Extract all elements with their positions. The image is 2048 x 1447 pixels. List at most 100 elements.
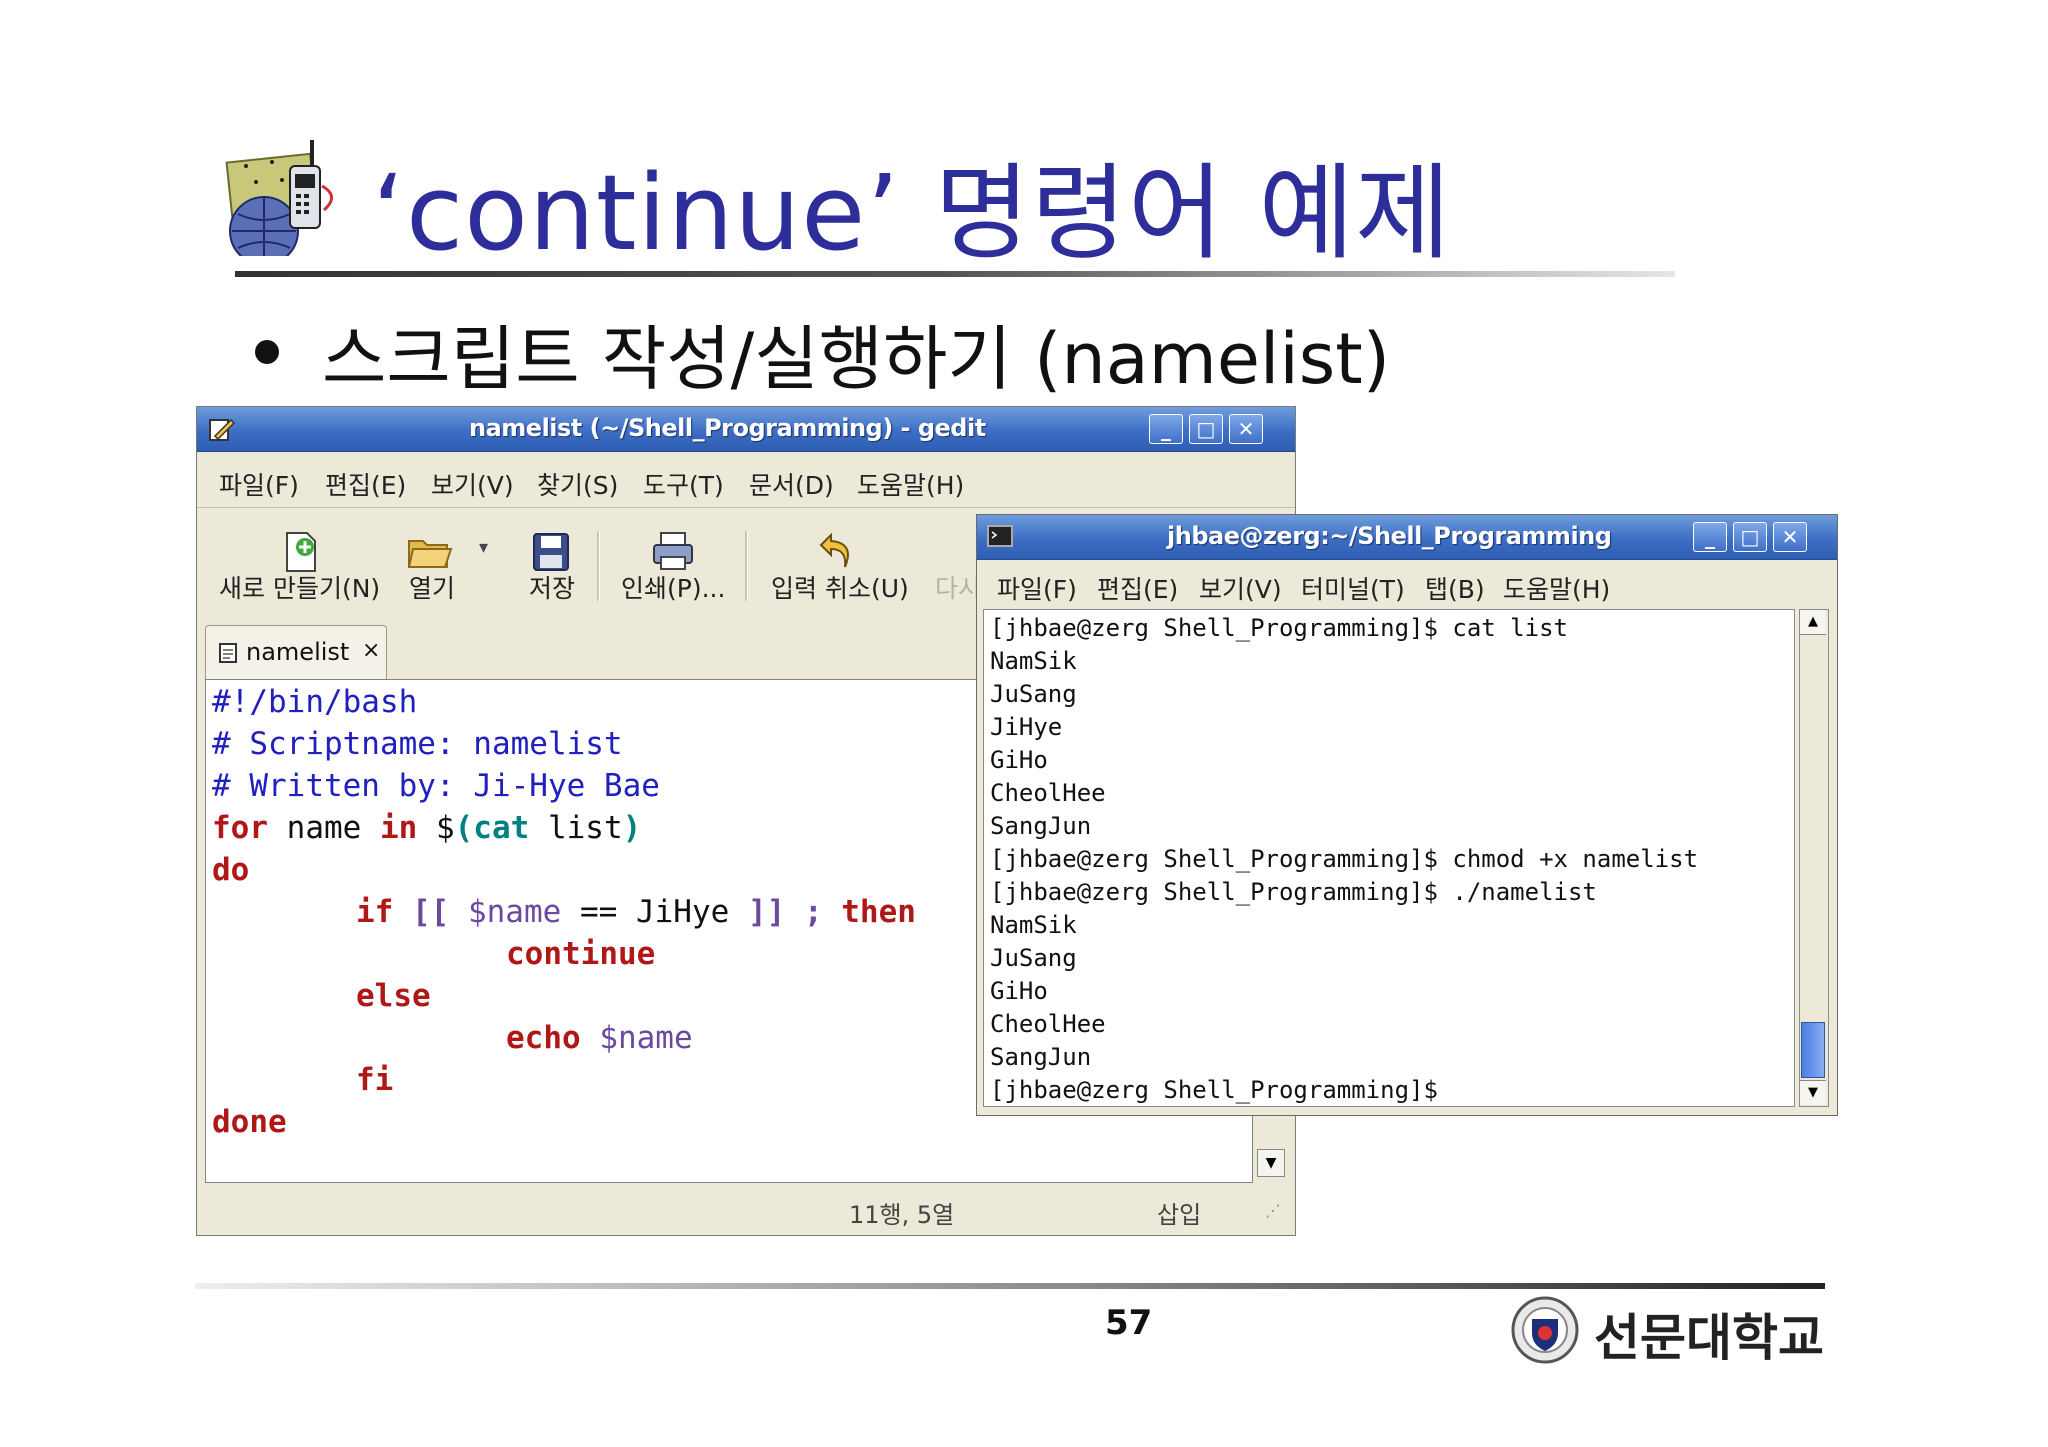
- scroll-down-icon[interactable]: ▼: [1800, 1080, 1826, 1105]
- code-line: # Scriptname: namelist: [212, 726, 623, 762]
- terminal-line: GiHo: [990, 977, 1048, 1005]
- gedit-window-title: namelist (~/Shell_Programming) - gedit: [469, 414, 986, 442]
- gedit-menubar: 파일(F) 편집(E) 보기(V) 찾기(S) 도구(T) 문서(D) 도움말(…: [197, 457, 1295, 501]
- code-keyword: for: [212, 810, 268, 846]
- terminal-line: JuSang: [990, 680, 1077, 708]
- code-keyword: in: [379, 810, 418, 846]
- gedit-statusbar: 11행, 5열 삽입 ⋰: [197, 1187, 1295, 1235]
- menu-view[interactable]: 보기(V): [1199, 570, 1282, 606]
- open-folder-icon[interactable]: [407, 533, 453, 571]
- menu-documents[interactable]: 문서(D): [749, 466, 834, 502]
- code-line: for name in $(cat list): [212, 810, 641, 846]
- terminal-window-title: jhbae@zerg:~/Shell_Programming: [1167, 522, 1612, 550]
- terminal-line: GiHo: [990, 746, 1048, 774]
- menu-tools[interactable]: 도구(T): [643, 466, 724, 502]
- terminal-line: CheolHee: [990, 1010, 1106, 1038]
- undo-arrow-icon[interactable]: [817, 529, 857, 573]
- code-line: else: [356, 978, 431, 1014]
- text-editor-icon: [209, 418, 235, 441]
- code-line: fi: [356, 1062, 394, 1098]
- bullet-icon: [255, 340, 279, 364]
- code-line: echo $name: [506, 1020, 693, 1056]
- terminal-scrollbar[interactable]: ▲ ▼: [1799, 609, 1829, 1107]
- menu-help[interactable]: 도움말(H): [857, 466, 964, 502]
- code-text: == JiHye: [561, 894, 748, 930]
- university-emblem-icon: [1511, 1296, 1579, 1364]
- terminal-window: jhbae@zerg:~/Shell_Programming _ □ ✕ 파일(…: [976, 514, 1838, 1116]
- code-line: # Written by: Ji-Hye Bae: [212, 768, 660, 804]
- slide-title: ‘continue’ 명령어 예제: [372, 152, 1452, 274]
- terminal-line: [jhbae@zerg Shell_Programming]$ chmod +x…: [990, 845, 1699, 873]
- cursor-position: 11행, 5열: [849, 1201, 955, 1229]
- menu-view[interactable]: 보기(V): [431, 466, 514, 502]
- open-button[interactable]: 열기: [409, 569, 455, 605]
- code-variable: $name: [580, 1020, 693, 1056]
- terminal-menubar: 파일(F) 편집(E) 보기(V) 터미널(T) 탭(B) 도움말(H): [977, 561, 1837, 605]
- code-keyword: echo: [506, 1020, 581, 1056]
- close-button[interactable]: ✕: [1773, 522, 1807, 552]
- print-button[interactable]: 인쇄(P)...: [621, 569, 725, 605]
- footer-divider: [195, 1283, 1825, 1289]
- code-text: name: [268, 810, 380, 846]
- terminal-line: NamSik: [990, 911, 1077, 939]
- code-text: list: [529, 810, 623, 846]
- menu-file[interactable]: 파일(F): [219, 466, 299, 502]
- tab-close-icon[interactable]: ×: [362, 638, 380, 663]
- redo-button[interactable]: 다시: [935, 569, 981, 605]
- bullet-text: 스크립트 작성/실행하기 (namelist): [322, 318, 1391, 400]
- menu-help[interactable]: 도움말(H): [1503, 570, 1610, 606]
- new-button[interactable]: 새로 만들기(N): [219, 569, 380, 605]
- undo-button[interactable]: 입력 취소(U): [771, 569, 909, 605]
- menu-search[interactable]: 찾기(S): [537, 466, 618, 502]
- title-divider: [235, 271, 1675, 277]
- new-document-icon[interactable]: [281, 531, 321, 573]
- terminal-line: JuSang: [990, 944, 1077, 972]
- terminal-line: JiHye: [990, 713, 1063, 741]
- scroll-up-icon[interactable]: ▲: [1800, 610, 1826, 635]
- code-line: if [[ $name == JiHye ]] ; then: [356, 894, 916, 930]
- tab-label: namelist: [246, 638, 350, 666]
- terminal-icon: [987, 525, 1013, 547]
- menu-tabs[interactable]: 탭(B): [1425, 570, 1485, 606]
- code-keyword: if: [356, 894, 394, 930]
- code-bracket: [[: [393, 894, 468, 930]
- close-button[interactable]: ✕: [1229, 414, 1263, 444]
- terminal-line: SangJun: [990, 812, 1092, 840]
- maximize-button[interactable]: □: [1733, 522, 1767, 552]
- terminal-line: [jhbae@zerg Shell_Programming]$ cat list: [990, 614, 1568, 642]
- save-disk-icon[interactable]: [531, 531, 571, 573]
- page-number: 57: [1105, 1303, 1153, 1343]
- scroll-down-icon[interactable]: ▼: [1257, 1149, 1285, 1177]
- terminal-line: NamSik: [990, 647, 1077, 675]
- menu-file[interactable]: 파일(F): [997, 570, 1077, 606]
- terminal-line: SangJun: [990, 1043, 1092, 1071]
- terminal-line: [jhbae@zerg Shell_Programming]$: [990, 1076, 1438, 1104]
- code-line: #!/bin/bash: [212, 684, 418, 720]
- menu-terminal[interactable]: 터미널(T): [1301, 570, 1405, 606]
- save-button[interactable]: 저장: [529, 569, 575, 605]
- code-keyword: then: [822, 894, 916, 930]
- gedit-titlebar[interactable]: namelist (~/Shell_Programming) - gedit _…: [197, 407, 1295, 452]
- code-text: $: [417, 810, 455, 846]
- minimize-button[interactable]: _: [1693, 522, 1727, 552]
- code-bracket: ]] ;: [747, 894, 823, 930]
- code-line: do: [212, 852, 250, 888]
- insert-mode: 삽입: [1157, 1201, 1202, 1229]
- code-line: done: [212, 1104, 287, 1140]
- terminal-titlebar[interactable]: jhbae@zerg:~/Shell_Programming _ □ ✕: [977, 515, 1837, 560]
- scrollbar-thumb[interactable]: [1801, 1022, 1825, 1078]
- tab-namelist[interactable]: namelist ×: [205, 625, 387, 680]
- menu-edit[interactable]: 편집(E): [1097, 570, 1178, 606]
- resize-grip-icon[interactable]: ⋰: [1265, 1201, 1281, 1220]
- phone-globe-icon: [212, 136, 352, 266]
- printer-icon[interactable]: [651, 529, 695, 573]
- university-name: 선문대학교: [1594, 1309, 1824, 1367]
- menu-edit[interactable]: 편집(E): [325, 466, 406, 502]
- code-command: (cat: [454, 810, 530, 846]
- document-icon: [219, 643, 237, 663]
- maximize-button[interactable]: □: [1189, 414, 1223, 444]
- terminal-output[interactable]: [jhbae@zerg Shell_Programming]$ cat list…: [983, 609, 1795, 1107]
- open-dropdown-chevron-icon[interactable]: ▾: [479, 537, 488, 558]
- code-line: continue: [506, 936, 656, 972]
- minimize-button[interactable]: _: [1149, 414, 1183, 444]
